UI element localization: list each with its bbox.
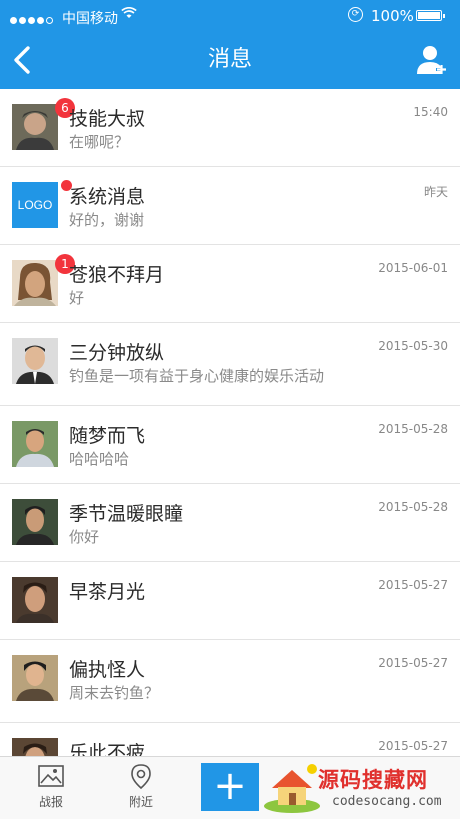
conversation-row[interactable]: LOGO 系统消息 好的，谢谢 昨天 [0, 167, 460, 245]
battery-percent: 100% [371, 7, 414, 25]
conversation-row[interactable]: 1 苍狼不拜月 好 2015-06-01 [0, 245, 460, 323]
conversation-row[interactable]: 随梦而飞 哈哈哈哈 2015-05-28 [0, 406, 460, 484]
contact-name: 季节温暖眼瞳 [69, 503, 184, 525]
add-user-icon [417, 46, 447, 74]
logo-avatar: LOGO [12, 182, 58, 228]
location-icon [116, 763, 166, 793]
add-friend-button[interactable] [416, 44, 448, 76]
watermark-brand: 源码搜藏网 [318, 768, 428, 792]
message-preview: 在哪呢？ [69, 133, 130, 151]
message-time: 2015-05-28 [378, 422, 448, 436]
status-bar: 中国移动 ⟳ 100% [0, 0, 460, 32]
message-time: 2015-06-01 [378, 261, 448, 275]
logo-text: LOGO [17, 198, 53, 212]
carrier-label: 中国移动 [62, 11, 118, 27]
avatar [12, 260, 58, 306]
avatar [12, 499, 58, 545]
house-logo-icon [264, 764, 320, 813]
message-preview: 你好 [69, 528, 100, 546]
message-time: 15:40 [413, 105, 448, 119]
avatar [12, 421, 58, 467]
tab-label: 战报 [38, 795, 63, 809]
contact-name: 三分钟放纵 [69, 342, 165, 364]
message-preview: 周末去钓鱼？ [69, 684, 160, 702]
conversation-row[interactable]: 偏执怪人 周末去钓鱼？ 2015-05-27 [0, 640, 460, 723]
page-title: 消息 [207, 47, 252, 72]
avatar [12, 104, 58, 150]
conversation-row[interactable]: 三分钟放纵 钓鱼是一项有益于身心健康的娱乐活动 2015-05-30 [0, 323, 460, 406]
contact-name: 系统消息 [69, 186, 146, 208]
message-time: 2015-05-27 [378, 739, 448, 753]
avatar [12, 577, 58, 623]
app-header: 中国移动 ⟳ 100% 消息 [0, 0, 460, 89]
watermark: 源码搜藏网 codesocang.com [262, 760, 460, 818]
message-time: 2015-05-30 [378, 339, 448, 353]
battery-icon [416, 10, 445, 21]
tab-nearby[interactable]: 附近 [116, 763, 166, 810]
message-preview: 哈哈哈哈 [69, 450, 130, 468]
watermark-url: codesocang.com [332, 794, 442, 809]
contact-name: 随梦而飞 [69, 425, 146, 447]
compose-button[interactable]: + [201, 763, 259, 811]
contact-name: 早茶月光 [69, 581, 146, 603]
avatar [12, 655, 58, 701]
image-icon [26, 763, 76, 793]
signal-icon [10, 12, 55, 28]
conversation-row[interactable]: 季节温暖眼瞳 你好 2015-05-28 [0, 484, 460, 562]
orientation-lock-icon: ⟳ [348, 7, 363, 22]
avatar [12, 338, 58, 384]
contact-name: 偏执怪人 [69, 659, 146, 681]
conversation-row[interactable]: 早茶月光 2015-05-27 [0, 562, 460, 640]
message-preview: 钓鱼是一项有益于身心健康的娱乐活动 [69, 367, 325, 385]
contact-name: 苍狼不拜月 [69, 264, 165, 286]
tab-label: 附近 [128, 795, 153, 809]
conversation-row[interactable]: 6 技能大叔 在哪呢？ 15:40 [0, 89, 460, 167]
wifi-icon [121, 6, 137, 23]
message-list: 6 技能大叔 在哪呢？ 15:40 LOGO 系统消息 好的，谢谢 昨天 1 苍… [0, 89, 460, 801]
message-preview: 好 [69, 289, 85, 307]
contact-name: 技能大叔 [69, 108, 146, 130]
message-time: 昨天 [423, 185, 448, 199]
message-time: 2015-05-27 [378, 656, 448, 670]
message-preview: 好的，谢谢 [69, 211, 145, 229]
message-time: 2015-05-27 [378, 578, 448, 592]
tab-battle-report[interactable]: 战报 [26, 763, 76, 810]
message-time: 2015-05-28 [378, 500, 448, 514]
